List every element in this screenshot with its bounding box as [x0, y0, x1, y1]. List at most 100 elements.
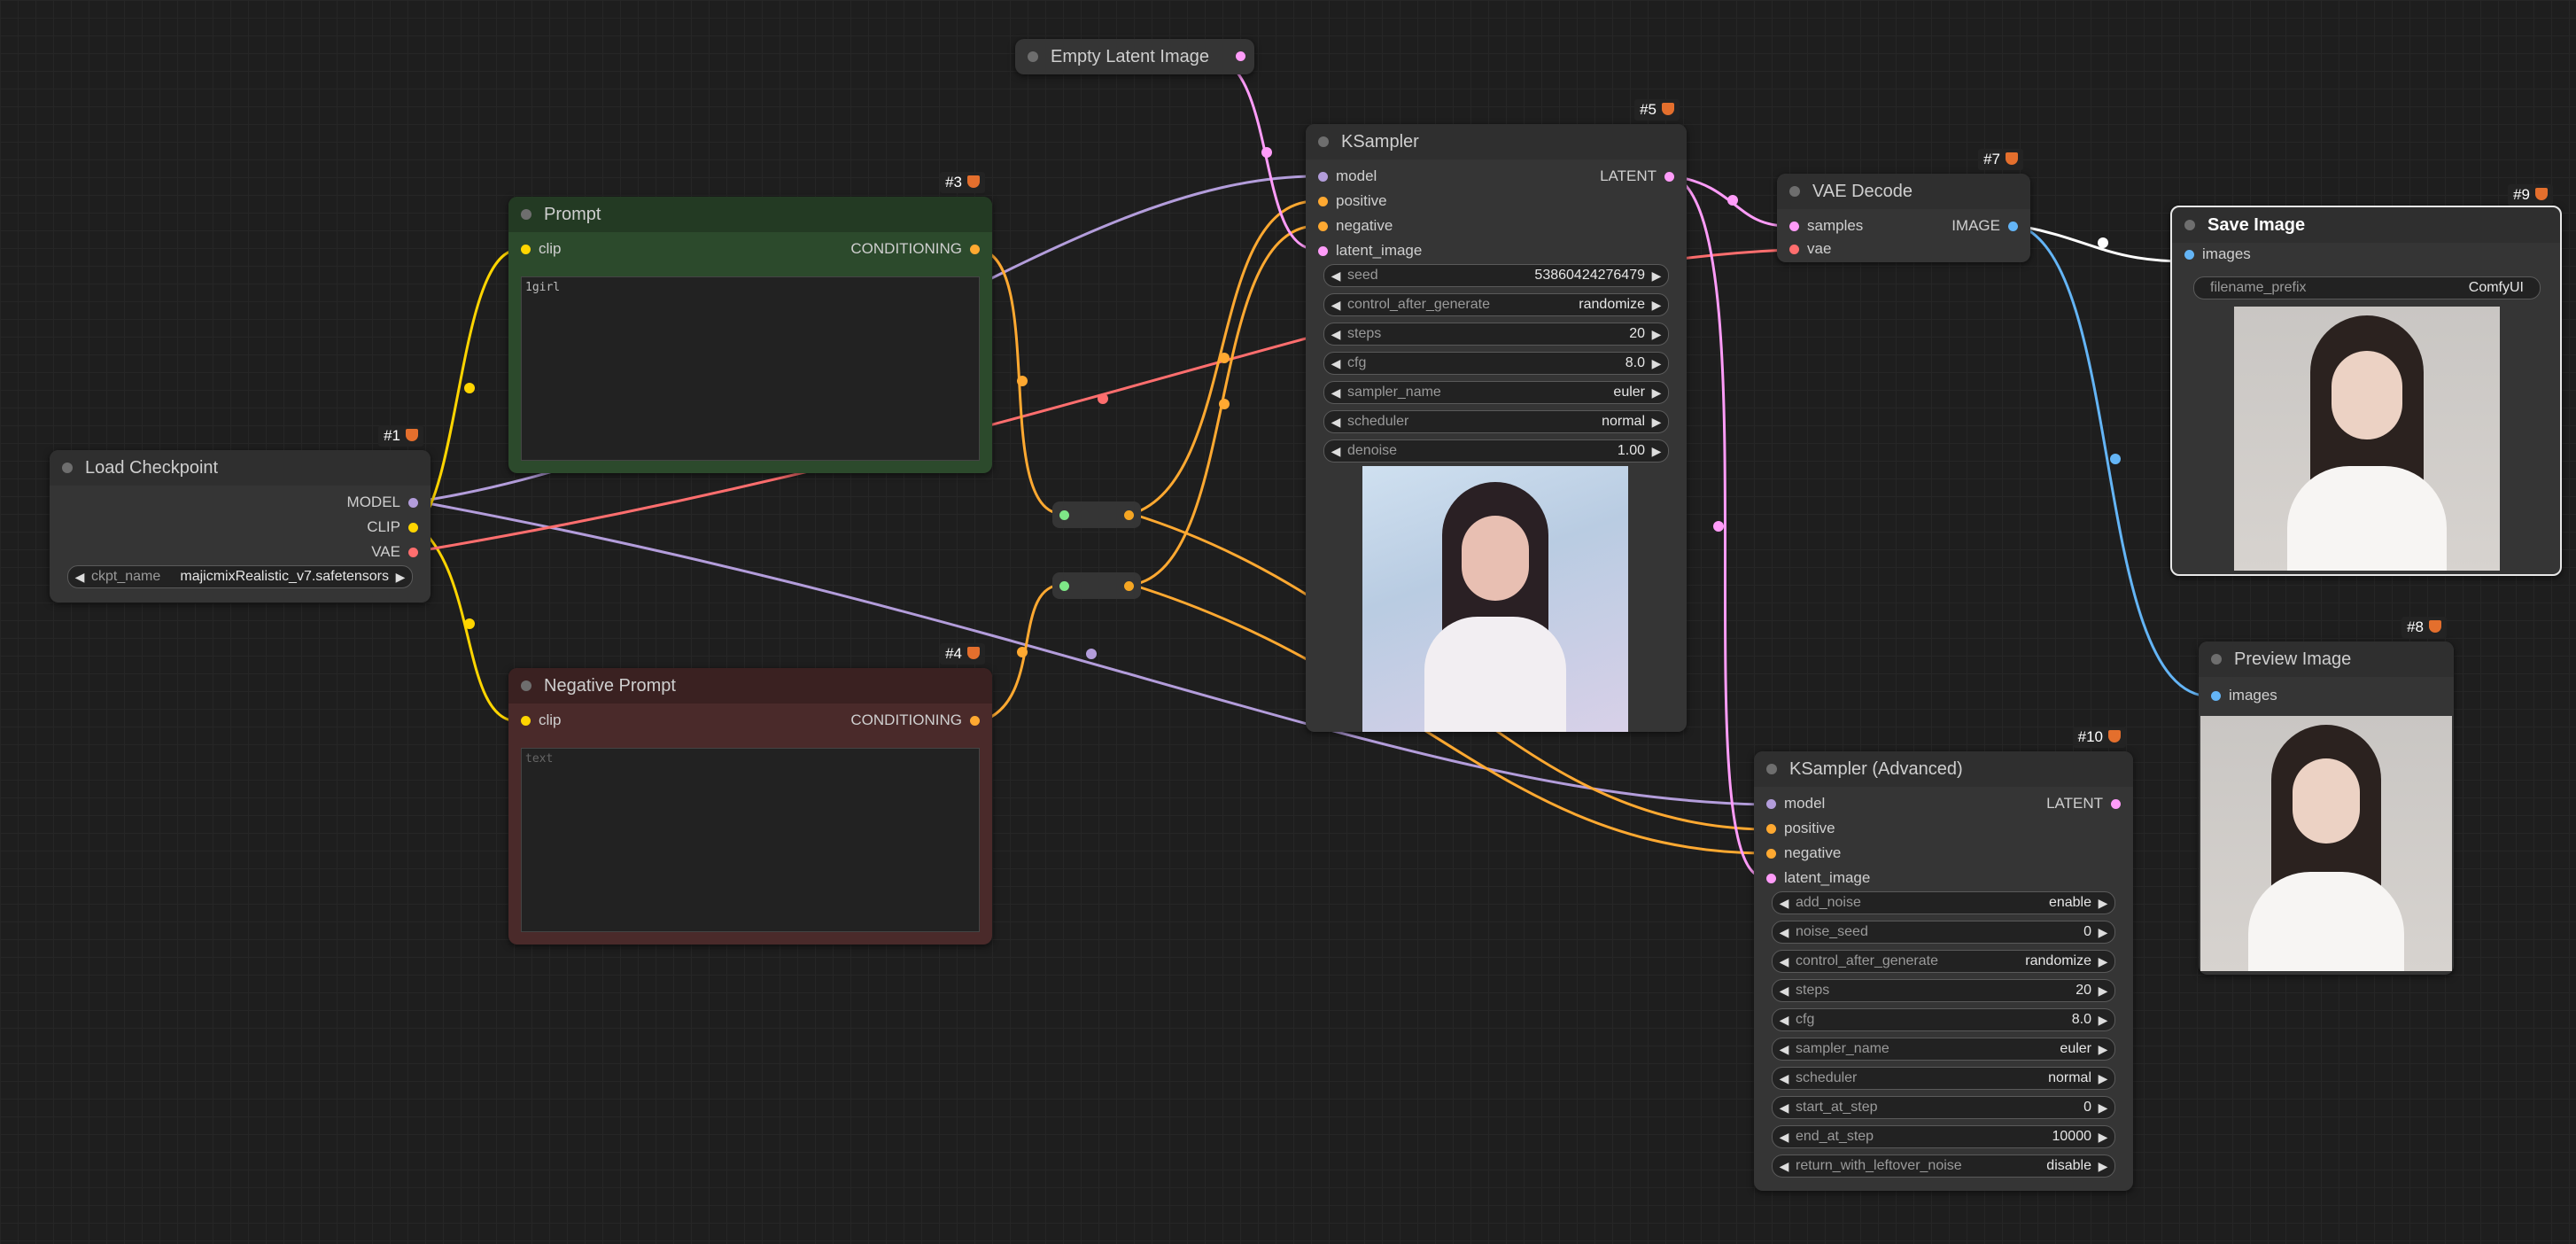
arrow-left-icon[interactable]: ◀ — [72, 566, 88, 587]
arrow-left-icon[interactable]: ◀ — [1328, 440, 1344, 462]
arrow-right-icon[interactable]: ▶ — [2095, 951, 2111, 972]
latent-output-socket[interactable] — [1236, 51, 1245, 61]
collapse-dot-icon[interactable] — [521, 680, 531, 691]
collapse-dot-icon[interactable] — [1028, 51, 1038, 62]
conditioning-socket[interactable] — [970, 716, 980, 726]
collapse-dot-icon[interactable] — [1766, 764, 1777, 774]
latent-socket[interactable] — [1664, 172, 1674, 182]
arrow-right-icon[interactable]: ▶ — [1649, 382, 1664, 403]
arrow-left-icon[interactable]: ◀ — [1328, 323, 1344, 345]
ckpt-name-combo[interactable]: ◀ ckpt_name majicmixRealistic_v7.safeten… — [67, 565, 413, 588]
model-socket[interactable] — [408, 498, 418, 508]
arrow-left-icon[interactable]: ◀ — [1328, 265, 1344, 286]
node-title-bar[interactable]: Negative Prompt — [508, 668, 992, 704]
widget-cfg[interactable]: ◀ cfg 8.0 ▶ — [1772, 1008, 2115, 1031]
model-socket[interactable] — [1318, 172, 1328, 182]
ksampler-node[interactable]: #5 KSampler model positive negative late… — [1306, 99, 1687, 732]
arrow-left-icon[interactable]: ◀ — [1328, 382, 1344, 403]
prompt-node[interactable]: #3 Prompt clip CONDITIONING 1girl — [508, 172, 992, 473]
empty-latent-image-node[interactable]: Empty Latent Image — [1015, 39, 1254, 74]
arrow-left-icon[interactable]: ◀ — [1328, 294, 1344, 315]
image-socket[interactable] — [2211, 691, 2221, 701]
negative-prompt-node[interactable]: #4 Negative Prompt clip CONDITIONING tex… — [508, 643, 992, 945]
input-positive[interactable]: positive — [1766, 817, 1835, 840]
arrow-right-icon[interactable]: ▶ — [2095, 1126, 2111, 1147]
preview-image-node[interactable]: #8 Preview Image images — [2199, 617, 2454, 975]
widget-sampler-name[interactable]: ◀ sampler_name euler ▶ — [1772, 1038, 2115, 1061]
node-title-bar[interactable]: Prompt — [508, 197, 992, 232]
widget-start-at-step[interactable]: ◀ start_at_step 0 ▶ — [1772, 1096, 2115, 1119]
node-title-bar[interactable]: Load Checkpoint — [50, 450, 431, 486]
clip-socket[interactable] — [521, 245, 531, 254]
input-clip[interactable]: clip — [521, 237, 562, 260]
arrow-left-icon[interactable]: ◀ — [1328, 353, 1344, 374]
widget-return-with-leftover-noise[interactable]: ◀ return_with_leftover_noise disable ▶ — [1772, 1155, 2115, 1178]
latent-socket[interactable] — [1789, 222, 1799, 231]
save-image-node[interactable]: #9 Save Image images filename_prefix Com… — [2170, 184, 2562, 576]
arrow-right-icon[interactable]: ▶ — [392, 566, 408, 587]
node-title-bar[interactable]: KSampler (Advanced) — [1754, 751, 2133, 787]
output-image[interactable]: IMAGE — [1951, 214, 2018, 237]
filename-prefix-field[interactable]: filename_prefix ComfyUI — [2193, 276, 2541, 299]
arrow-left-icon[interactable]: ◀ — [1776, 1009, 1792, 1030]
collapse-dot-icon[interactable] — [2211, 654, 2222, 665]
arrow-left-icon[interactable]: ◀ — [1776, 921, 1792, 943]
output-latent[interactable]: LATENT — [2046, 792, 2121, 815]
widget-cfg[interactable]: ◀ cfg 8.0 ▶ — [1323, 352, 1669, 375]
arrow-right-icon[interactable]: ▶ — [2095, 1038, 2111, 1060]
vae-decode-node[interactable]: #7 VAE Decode samples vae IMAGE — [1777, 149, 2030, 262]
reroute-output-socket[interactable] — [1124, 581, 1134, 591]
latent-socket[interactable] — [1766, 874, 1776, 883]
widget-noise-seed[interactable]: ◀ noise_seed 0 ▶ — [1772, 921, 2115, 944]
input-negative[interactable]: negative — [1766, 842, 1841, 865]
collapse-dot-icon[interactable] — [2184, 220, 2195, 230]
arrow-right-icon[interactable]: ▶ — [2095, 892, 2111, 914]
input-negative[interactable]: negative — [1318, 214, 1393, 237]
arrow-left-icon[interactable]: ◀ — [1328, 411, 1344, 432]
image-socket[interactable] — [2008, 222, 2018, 231]
widget-add-noise[interactable]: ◀ add_noise enable ▶ — [1772, 891, 2115, 914]
arrow-right-icon[interactable]: ▶ — [2095, 1009, 2111, 1030]
widget-scheduler[interactable]: ◀ scheduler normal ▶ — [1772, 1067, 2115, 1090]
arrow-left-icon[interactable]: ◀ — [1776, 951, 1792, 972]
ksampler-advanced-node[interactable]: #10 KSampler (Advanced) model positive n… — [1754, 727, 2133, 1191]
reroute-output-socket[interactable] — [1124, 510, 1134, 520]
negative-text-area[interactable]: text — [521, 748, 980, 932]
input-images[interactable]: images — [2211, 684, 2277, 707]
arrow-right-icon[interactable]: ▶ — [1649, 411, 1664, 432]
arrow-left-icon[interactable]: ◀ — [1776, 980, 1792, 1001]
input-model[interactable]: model — [1766, 792, 1825, 815]
node-title-bar[interactable]: VAE Decode — [1777, 174, 2030, 209]
collapse-dot-icon[interactable] — [62, 463, 73, 473]
collapse-dot-icon[interactable] — [1789, 186, 1800, 197]
output-vae[interactable]: VAE — [371, 540, 418, 564]
arrow-left-icon[interactable]: ◀ — [1776, 1038, 1792, 1060]
input-images[interactable]: images — [2184, 243, 2251, 266]
arrow-right-icon[interactable]: ▶ — [2095, 1155, 2111, 1177]
conditioning-socket[interactable] — [970, 245, 980, 254]
output-clip[interactable]: CLIP — [367, 516, 418, 539]
collapse-dot-icon[interactable] — [1318, 136, 1329, 147]
reroute-negative[interactable] — [1052, 572, 1141, 599]
positive-socket[interactable] — [1318, 197, 1328, 206]
input-latent-image[interactable]: latent_image — [1318, 239, 1422, 262]
reroute-positive[interactable] — [1052, 501, 1141, 528]
input-latent-image[interactable]: latent_image — [1766, 867, 1870, 890]
arrow-right-icon[interactable]: ▶ — [1649, 323, 1664, 345]
widget-denoise[interactable]: ◀ denoise 1.00 ▶ — [1323, 439, 1669, 463]
output-model[interactable]: MODEL — [347, 491, 418, 514]
input-vae[interactable]: vae — [1789, 237, 1831, 260]
widget-scheduler[interactable]: ◀ scheduler normal ▶ — [1323, 410, 1669, 433]
clip-socket[interactable] — [521, 716, 531, 726]
negative-socket[interactable] — [1766, 849, 1776, 859]
output-latent[interactable]: LATENT — [1600, 165, 1674, 188]
arrow-left-icon[interactable]: ◀ — [1776, 1155, 1792, 1177]
input-samples[interactable]: samples — [1789, 214, 1863, 237]
node-title-bar[interactable]: Save Image — [2172, 207, 2560, 243]
widget-seed[interactable]: ◀ seed 53860424276479 ▶ — [1323, 264, 1669, 287]
latent-socket[interactable] — [2111, 799, 2121, 809]
latent-socket[interactable] — [1318, 246, 1328, 256]
vae-socket[interactable] — [408, 548, 418, 557]
input-model[interactable]: model — [1318, 165, 1377, 188]
input-positive[interactable]: positive — [1318, 190, 1387, 213]
